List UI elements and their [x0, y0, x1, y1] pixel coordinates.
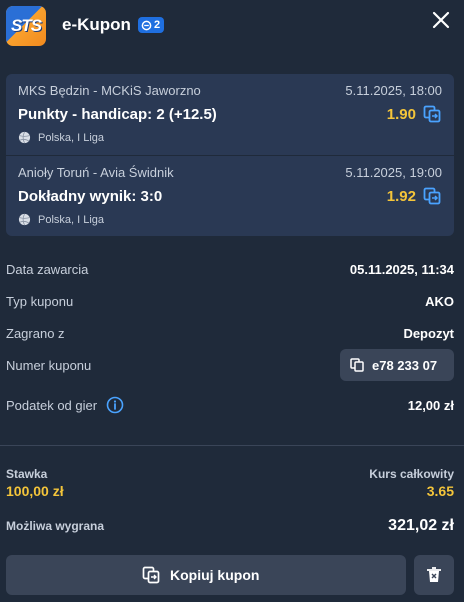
- copy-coupon-label: Kopiuj kupon: [170, 567, 260, 583]
- detail-row-type: Typ kuponu AKO: [6, 294, 454, 314]
- sts-logo: STS: [6, 6, 46, 46]
- played-label: Zagrano z: [6, 326, 65, 341]
- detail-row-date: Data zawarcia 05.11.2025, 11:34: [6, 262, 454, 282]
- total-odds-label: Kurs całkowity: [369, 467, 454, 481]
- event-date: 5.11.2025, 18:00: [345, 83, 442, 98]
- event-card[interactable]: MKS Będzin - MCKiS Jaworzno 5.11.2025, 1…: [6, 74, 454, 154]
- divider: [0, 445, 464, 446]
- stake-label: Stawka: [6, 467, 48, 481]
- coupon-count-icon: [141, 20, 152, 30]
- event-league: Polska, I Liga: [38, 132, 105, 144]
- total-odds-value: 3.65: [426, 483, 454, 499]
- coupon-count-badge: 2: [138, 17, 165, 33]
- coupon-count: 2: [154, 19, 161, 31]
- date-value: 05.11.2025, 11:34: [349, 262, 454, 277]
- event-odds: 1.92: [386, 188, 416, 205]
- coupon-number-button[interactable]: e78 233 07: [340, 349, 454, 381]
- type-value: AKO: [425, 294, 454, 309]
- trash-icon: [427, 567, 441, 582]
- played-value: Depozyt: [403, 326, 454, 341]
- detail-row-tax: Podatek od gier 12,00 zł: [6, 396, 454, 418]
- copy-coupon-button[interactable]: Kopiuj kupon: [6, 555, 406, 595]
- number-label: Numer kuponu: [6, 358, 92, 373]
- delete-coupon-button[interactable]: [414, 555, 454, 595]
- event-odds: 1.90: [386, 106, 416, 123]
- page-title: e-Kupon: [62, 15, 131, 34]
- tax-label: Podatek od gier: [6, 398, 98, 413]
- event-league: Polska, I Liga: [38, 214, 105, 226]
- date-label: Data zawarcia: [6, 262, 89, 277]
- possible-win-value: 321,02 zł: [388, 517, 454, 534]
- event-market: Punkty - handicap: 2 (+12.5): [18, 106, 217, 123]
- detail-row-number: Numer kuponu e78 233 07: [6, 349, 454, 381]
- close-icon[interactable]: [428, 7, 454, 33]
- info-icon[interactable]: [106, 396, 124, 414]
- copy-odds-icon[interactable]: [422, 104, 442, 124]
- copy-icon: [142, 566, 160, 584]
- stake-value: 100,00 zł: [6, 483, 64, 499]
- type-label: Typ kuponu: [6, 294, 74, 309]
- event-teams: MKS Będzin - MCKiS Jaworzno: [18, 83, 201, 98]
- volleyball-icon: [18, 213, 31, 226]
- logo-text: STS: [10, 16, 42, 35]
- volleyball-icon: [18, 131, 31, 144]
- copy-icon: [350, 358, 364, 372]
- coupon-number: e78 233 07: [372, 358, 438, 373]
- possible-win-label: Możliwa wygrana: [6, 519, 105, 533]
- detail-row-played: Zagrano z Depozyt: [6, 326, 454, 346]
- event-market: Dokładny wynik: 3:0: [18, 188, 163, 205]
- copy-odds-icon[interactable]: [422, 186, 442, 206]
- tax-value: 12,00 zł: [407, 398, 454, 413]
- events-list: MKS Będzin - MCKiS Jaworzno 5.11.2025, 1…: [6, 74, 454, 236]
- event-teams: Anioły Toruń - Avia Świdnik: [18, 165, 174, 180]
- header: STS e-Kupon 2: [0, 0, 464, 52]
- event-date: 5.11.2025, 19:00: [345, 165, 442, 180]
- event-card[interactable]: Anioły Toruń - Avia Świdnik 5.11.2025, 1…: [6, 155, 454, 236]
